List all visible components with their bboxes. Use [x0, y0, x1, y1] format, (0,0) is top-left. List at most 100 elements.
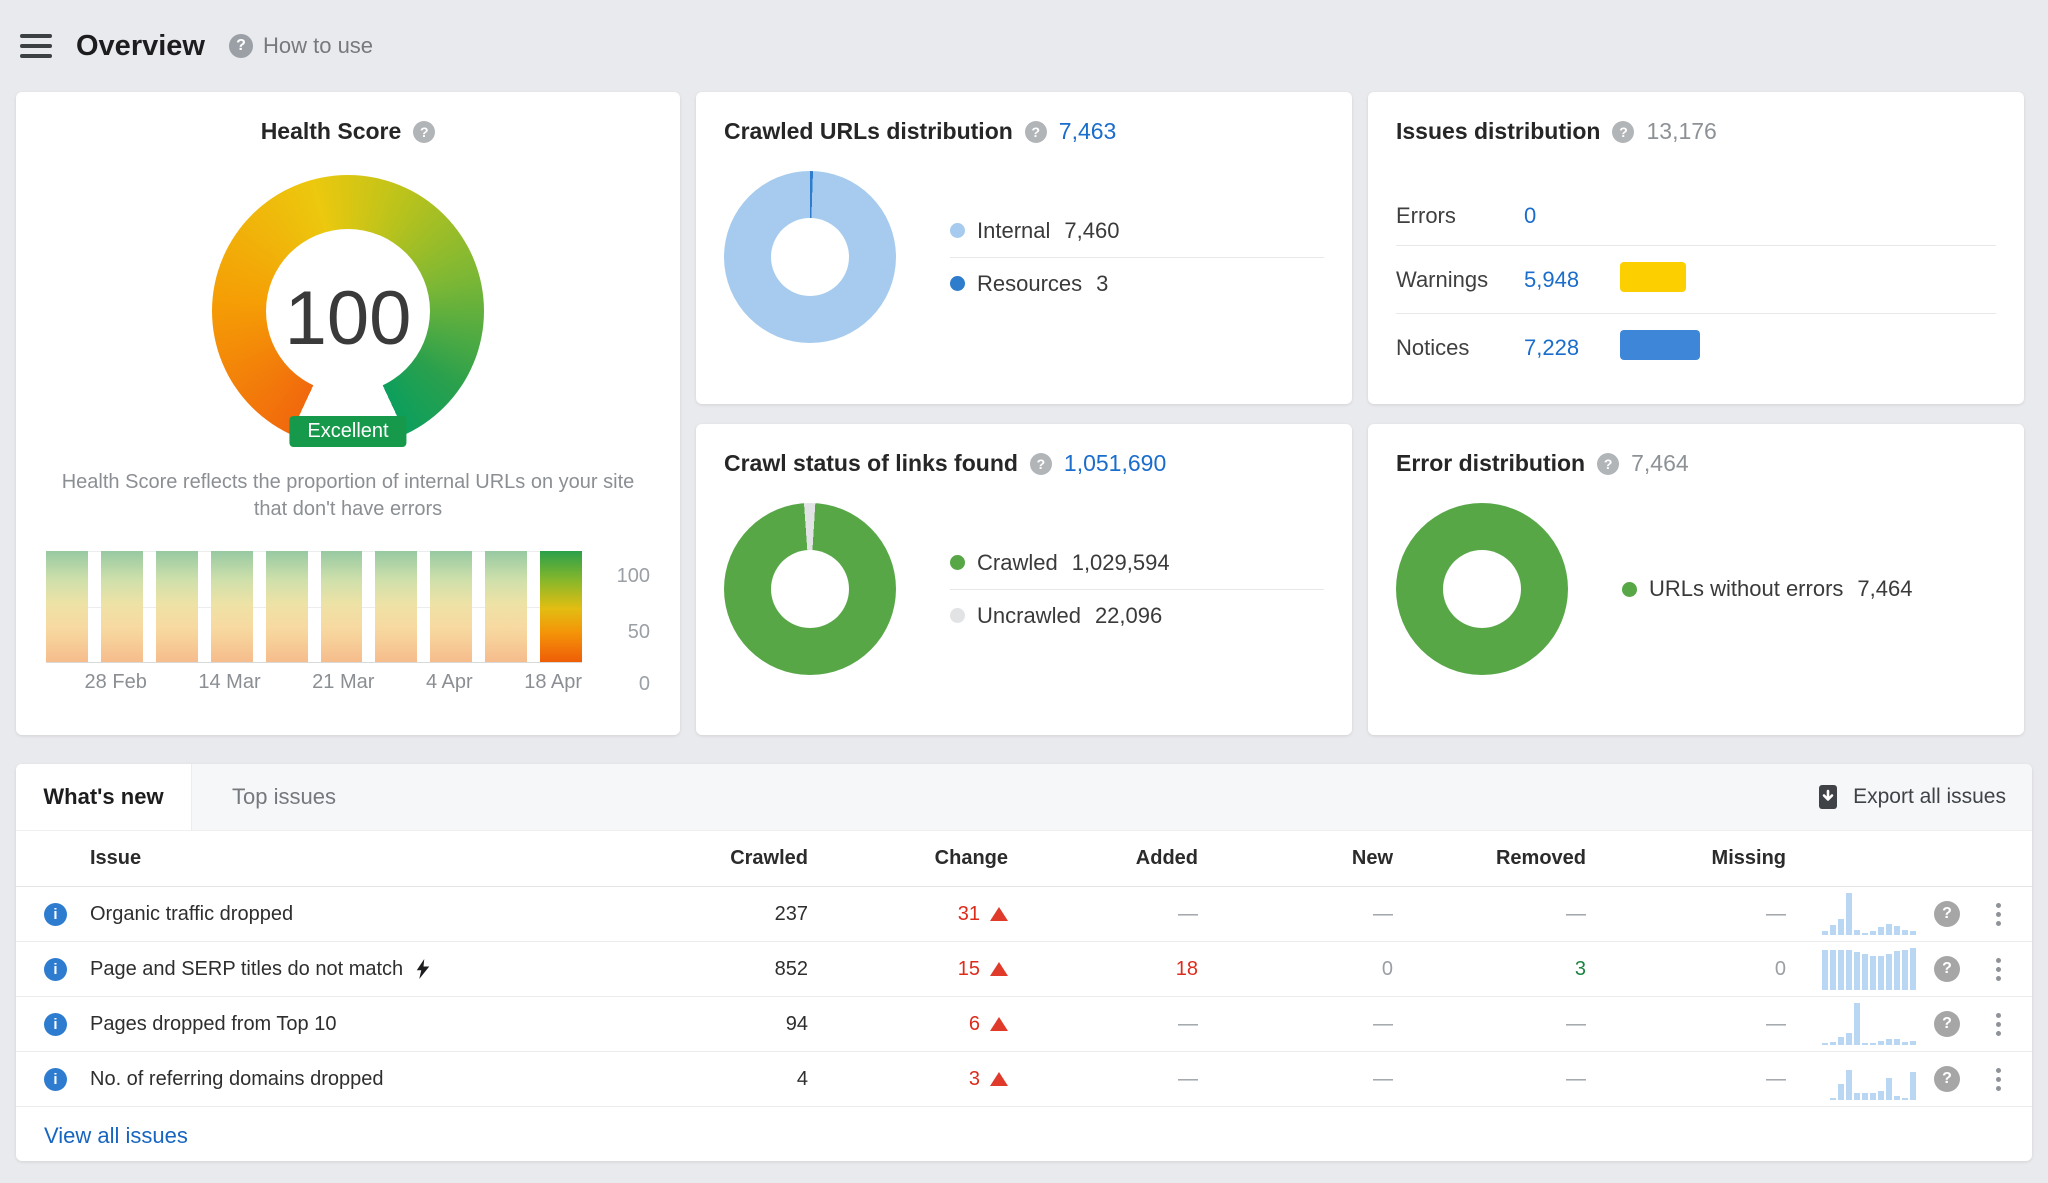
- trend-bar: [266, 551, 308, 662]
- table-row[interactable]: iOrganic traffic dropped23731————?: [16, 887, 2032, 942]
- row-help-cell: ?: [1916, 1011, 1978, 1037]
- crawl-status-donut-chart: [724, 503, 896, 675]
- sparkline-bar: [1902, 1042, 1908, 1045]
- help-circle-icon[interactable]: ?: [1597, 453, 1619, 475]
- trend-bar: [101, 551, 143, 662]
- kebab-menu-icon[interactable]: [1978, 1013, 2018, 1036]
- issues-distribution-row-errors: Errors0: [1396, 187, 1996, 245]
- health-score-description: Health Score reflects the proportion of …: [44, 469, 652, 523]
- row-help-circle-icon[interactable]: ?: [1934, 1066, 1960, 1092]
- legend-value: 3: [1096, 271, 1108, 297]
- help-circle-icon[interactable]: ?: [413, 121, 435, 143]
- issues-distribution-list: Errors0Warnings5,948Notices7,228: [1396, 187, 1996, 381]
- sparkline-bar: [1862, 933, 1868, 935]
- issue-name-link[interactable]: Organic traffic dropped: [90, 903, 293, 926]
- bar: [1620, 330, 1700, 360]
- info-icon[interactable]: i: [44, 1068, 67, 1091]
- new-count: —: [1198, 1013, 1393, 1036]
- sparkline-bar: [1830, 925, 1836, 935]
- sparkline-bar: [1886, 924, 1892, 935]
- trend-bar: [211, 551, 253, 662]
- sparkline-cell: [1812, 1058, 1916, 1100]
- dot: [1996, 1077, 2001, 1082]
- help-circle-icon[interactable]: ?: [1030, 453, 1052, 475]
- missing-count: 0: [1586, 958, 1786, 981]
- legend-label: Uncrawled: [977, 603, 1081, 629]
- change-cell: 31: [808, 903, 1008, 926]
- crawled-count: 94: [698, 1013, 808, 1036]
- tab-top-issues[interactable]: Top issues: [192, 764, 376, 830]
- view-all-issues-link[interactable]: View all issues: [44, 1123, 188, 1148]
- links-found-total-link[interactable]: 1,051,690: [1064, 450, 1166, 477]
- kebab-menu-icon[interactable]: [1978, 903, 2018, 926]
- sparkline-bar: [1838, 1037, 1844, 1045]
- dot: [1996, 976, 2001, 981]
- help-circle-icon[interactable]: ?: [1612, 121, 1634, 143]
- kebab-menu-icon[interactable]: [1978, 958, 2018, 981]
- table-row[interactable]: iNo. of referring domains dropped43————?: [16, 1052, 2032, 1107]
- column-header-new: New: [1198, 847, 1393, 870]
- hamburger-menu-icon[interactable]: [20, 34, 52, 58]
- sparkline-bar: [1846, 950, 1852, 990]
- table-row[interactable]: iPage and SERP titles do not match852151…: [16, 942, 2032, 997]
- issue-type-count-link[interactable]: 7,228: [1524, 335, 1620, 361]
- info-icon[interactable]: i: [44, 1013, 67, 1036]
- info-icon[interactable]: i: [44, 958, 67, 981]
- legend-item-urls-without-errors: URLs without errors 7,464: [1622, 563, 1996, 615]
- issue-type-count-link[interactable]: 0: [1524, 203, 1620, 229]
- row-help-circle-icon[interactable]: ?: [1934, 901, 1960, 927]
- tab-whats-new[interactable]: What's new: [16, 764, 192, 830]
- dot: [1996, 958, 2001, 963]
- sparkline-chart: [1812, 1058, 1916, 1100]
- missing-count: —: [1586, 1068, 1786, 1091]
- dot: [1996, 967, 2001, 972]
- crawled-dot-icon: [950, 555, 965, 570]
- info-icon[interactable]: i: [44, 903, 67, 926]
- help-circle-icon: ?: [229, 34, 253, 58]
- legend-value: 7,460: [1064, 218, 1119, 244]
- trend-x-label: [387, 671, 413, 694]
- trend-x-label: [46, 671, 72, 694]
- trend-x-labels: 28 Feb14 Mar21 Mar4 Apr18 Apr: [46, 671, 582, 694]
- column-header-issue: Issue: [90, 847, 698, 870]
- change-value: 6: [969, 1013, 980, 1036]
- issue-name-link[interactable]: Page and SERP titles do not match: [90, 958, 403, 981]
- card-title: Crawl status of links found: [724, 450, 1018, 477]
- sparkline-bar: [1846, 893, 1852, 935]
- row-help-cell: ?: [1916, 956, 1978, 982]
- issue-type-count-link[interactable]: 5,948: [1524, 267, 1620, 293]
- table-row[interactable]: iPages dropped from Top 10946————?: [16, 997, 2032, 1052]
- trend-x-label: [486, 671, 512, 694]
- trend-bar: [375, 551, 417, 662]
- card-title: Health Score: [261, 118, 402, 145]
- internal-dot-icon: [950, 223, 965, 238]
- sparkline-bar: [1910, 931, 1916, 935]
- row-help-circle-icon[interactable]: ?: [1934, 1011, 1960, 1037]
- crawled-urls-total-link[interactable]: 7,463: [1059, 118, 1117, 145]
- trend-y-axis: 100 50 0: [598, 551, 650, 694]
- kebab-menu-icon[interactable]: [1978, 1068, 2018, 1091]
- issue-name-link[interactable]: Pages dropped from Top 10: [90, 1013, 336, 1036]
- legend-item-uncrawled: Uncrawled 22,096: [950, 589, 1324, 642]
- change-cell: 15: [808, 958, 1008, 981]
- column-header-missing: Missing: [1586, 847, 1786, 870]
- y-tick: 0: [639, 673, 650, 696]
- help-circle-icon[interactable]: ?: [1025, 121, 1047, 143]
- sparkline-bar: [1854, 1003, 1860, 1045]
- sparkline-bar: [1886, 1078, 1892, 1100]
- new-count: —: [1198, 903, 1393, 926]
- tab-strip: What's new Top issues Export all issues: [16, 764, 2032, 831]
- health-score-value: 100: [285, 275, 412, 362]
- issues-total: 13,176: [1646, 118, 1716, 145]
- row-help-circle-icon[interactable]: ?: [1934, 956, 1960, 982]
- export-file-icon: [1815, 784, 1841, 810]
- card-health-score: Health Score ? 100 Excellent Health Scor…: [16, 92, 680, 735]
- legend: URLs without errors 7,464: [1622, 563, 1996, 615]
- export-all-issues-button[interactable]: Export all issues: [1789, 764, 2032, 830]
- how-to-use-link[interactable]: ? How to use: [229, 33, 373, 59]
- new-count: —: [1198, 1068, 1393, 1091]
- issue-name-link[interactable]: No. of referring domains dropped: [90, 1068, 384, 1091]
- card-issues-distribution: Issues distribution ? 13,176 Errors0Warn…: [1368, 92, 2024, 404]
- info-icon-cell: i: [44, 1067, 90, 1091]
- missing-count: —: [1586, 903, 1786, 926]
